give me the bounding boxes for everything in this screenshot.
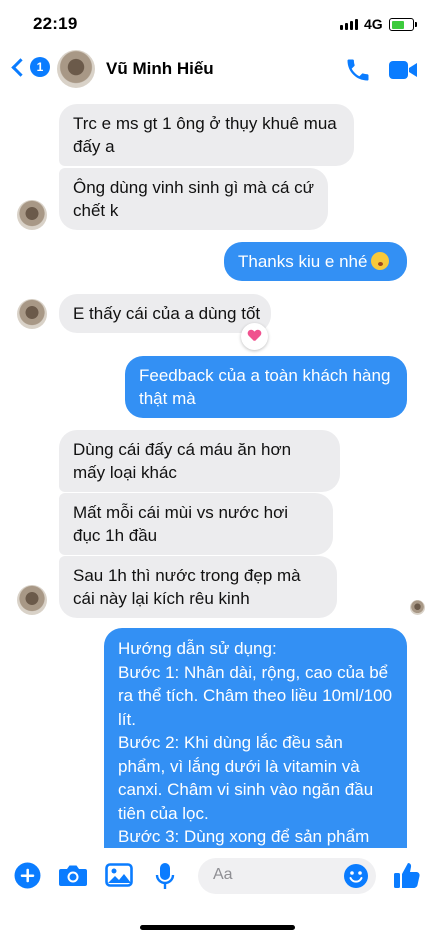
sender-avatar[interactable] [17, 299, 47, 329]
phone-call-icon[interactable] [344, 56, 372, 89]
home-indicator [140, 925, 295, 930]
message-text: Trc e ms gt 1 ông ở thụy khuê mua đấy a [73, 114, 337, 156]
message-line: Bước 3: Dùng xong để sản phẩm [118, 827, 370, 846]
message-line: Hướng dẫn sử dụng: [118, 639, 277, 658]
message-bubble-incoming[interactable]: Trc e ms gt 1 ông ở thụy khuê mua đấy a [59, 104, 354, 166]
message-line: Bước 1: Nhân dài, rộng, cao của bể ra th… [118, 662, 393, 729]
unread-count-badge: 1 [30, 57, 50, 77]
battery-icon [389, 18, 417, 31]
shushing-face-emoji-icon [371, 252, 390, 270]
message-bubble-incoming[interactable]: Mất mỗi cái mùi vs nước hơi đục 1h đầu [59, 493, 333, 555]
contact-name[interactable]: Vũ Minh Hiếu [106, 59, 214, 79]
heart-reaction-badge[interactable] [241, 323, 268, 350]
sender-avatar[interactable] [17, 200, 47, 230]
message-bubble-outgoing[interactable]: Feedback của a toàn khách hàng thật mà [125, 356, 407, 418]
message-composer: Aa [0, 848, 434, 908]
microphone-icon[interactable] [155, 862, 175, 895]
message-bubble-incoming[interactable]: Sau 1h thì nước trong đẹp mà cái này lại… [59, 556, 337, 618]
message-text: Feedback của a toàn khách hàng thật mà [139, 366, 391, 408]
message-text: E thấy cái của a dùng tốt [73, 304, 261, 323]
message-bubble-incoming[interactable]: Dùng cái đấy cá máu ăn hơn mấy loại khác [59, 430, 340, 492]
message-text: Mất mỗi cái mùi vs nước hơi đục 1h đầu [73, 503, 289, 545]
camera-icon[interactable] [58, 862, 88, 893]
message-bubble-outgoing[interactable]: Hướng dẫn sử dụng: Bước 1: Nhân dài, rộn… [104, 628, 407, 858]
message-text: Dùng cái đấy cá máu ăn hơn mấy loại khác [73, 440, 292, 482]
message-input[interactable]: Aa [198, 858, 376, 894]
emoji-picker-icon[interactable] [343, 863, 369, 894]
photo-gallery-icon[interactable] [105, 862, 133, 893]
message-text: Ông dùng vinh sinh gì mà cá cứ chết k [73, 178, 315, 220]
conversation-header: 1 Vũ Minh Hiếu [0, 48, 434, 96]
message-bubble-outgoing[interactable]: Thanks kiu e nhé [224, 242, 407, 281]
message-bubble-incoming[interactable]: E thấy cái của a dùng tốt [59, 294, 271, 333]
status-time: 22:19 [33, 14, 78, 33]
sender-avatar[interactable] [17, 585, 47, 615]
seen-indicator-avatar [410, 600, 425, 615]
message-text: Sau 1h thì nước trong đẹp mà cái này lại… [73, 566, 301, 608]
contact-avatar[interactable] [57, 50, 95, 88]
plus-icon[interactable] [14, 862, 41, 894]
signal-icon [340, 19, 358, 30]
message-text: Thanks kiu e nhé [238, 252, 368, 271]
video-call-icon[interactable] [388, 58, 419, 87]
message-bubble-incoming[interactable]: Ông dùng vinh sinh gì mà cá cứ chết k [59, 168, 328, 230]
network-label: 4G [364, 16, 383, 32]
status-bar: 22:19 4G [0, 0, 434, 48]
back-button[interactable]: 1 [10, 57, 50, 77]
thumbs-up-icon[interactable] [393, 860, 421, 895]
message-line: Bước 2: Khi dùng lắc đều sản phẩm, vì lắ… [118, 733, 374, 823]
heart-icon [248, 330, 261, 343]
chevron-left-icon [11, 57, 30, 77]
message-input-placeholder: Aa [213, 866, 233, 883]
